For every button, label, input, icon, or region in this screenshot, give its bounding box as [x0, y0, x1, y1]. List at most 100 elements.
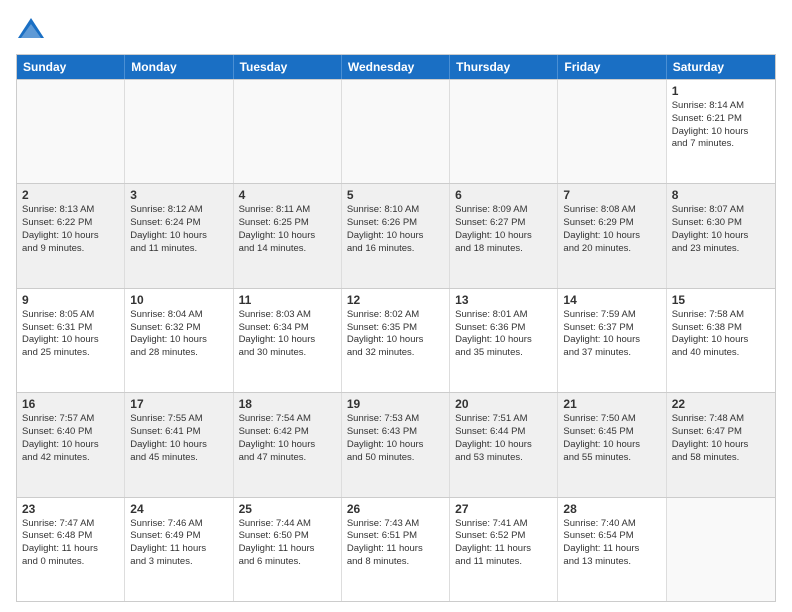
day-number: 6 [455, 188, 552, 202]
calendar-day-header: Wednesday [342, 55, 450, 79]
day-number: 19 [347, 397, 444, 411]
calendar: SundayMondayTuesdayWednesdayThursdayFrid… [16, 54, 776, 602]
logo-icon [16, 16, 46, 46]
calendar-day-header: Thursday [450, 55, 558, 79]
calendar-week: 23 Sunrise: 7:47 AM Sunset: 6:48 PM Dayli… [17, 497, 775, 601]
calendar-cell: 13 Sunrise: 8:01 AM Sunset: 6:36 PM Dayli… [450, 289, 558, 392]
day-number: 20 [455, 397, 552, 411]
calendar-cell: 5 Sunrise: 8:10 AM Sunset: 6:26 PM Daylig… [342, 184, 450, 287]
day-info: Sunrise: 7:48 AM Sunset: 6:47 PM Dayligh… [672, 413, 770, 464]
day-number: 2 [22, 188, 119, 202]
calendar-cell: 20 Sunrise: 7:51 AM Sunset: 6:44 PM Dayli… [450, 393, 558, 496]
day-number: 26 [347, 502, 444, 516]
calendar-cell: 28 Sunrise: 7:40 AM Sunset: 6:54 PM Dayli… [558, 498, 666, 601]
day-info: Sunrise: 8:14 AM Sunset: 6:21 PM Dayligh… [672, 100, 770, 151]
day-info: Sunrise: 8:13 AM Sunset: 6:22 PM Dayligh… [22, 204, 119, 255]
day-number: 16 [22, 397, 119, 411]
calendar-cell [558, 80, 666, 183]
calendar-cell: 23 Sunrise: 7:47 AM Sunset: 6:48 PM Dayli… [17, 498, 125, 601]
day-info: Sunrise: 8:02 AM Sunset: 6:35 PM Dayligh… [347, 309, 444, 360]
calendar-cell: 9 Sunrise: 8:05 AM Sunset: 6:31 PM Daylig… [17, 289, 125, 392]
day-info: Sunrise: 7:46 AM Sunset: 6:49 PM Dayligh… [130, 518, 227, 569]
day-number: 22 [672, 397, 770, 411]
calendar-cell: 22 Sunrise: 7:48 AM Sunset: 6:47 PM Dayli… [667, 393, 775, 496]
calendar-cell: 3Sunrise: 8:12 AM Sunset: 6:24 PM Daylig… [125, 184, 233, 287]
calendar-cell: 18 Sunrise: 7:54 AM Sunset: 6:42 PM Dayli… [234, 393, 342, 496]
calendar-cell: 21 Sunrise: 7:50 AM Sunset: 6:45 PM Dayli… [558, 393, 666, 496]
calendar-cell [450, 80, 558, 183]
day-info: Sunrise: 8:08 AM Sunset: 6:29 PM Dayligh… [563, 204, 660, 255]
calendar-body: 1 Sunrise: 8:14 AM Sunset: 6:21 PM Daylig… [17, 79, 775, 601]
day-info: Sunrise: 7:59 AM Sunset: 6:37 PM Dayligh… [563, 309, 660, 360]
calendar-week: 2 Sunrise: 8:13 AM Sunset: 6:22 PM Daylig… [17, 183, 775, 287]
calendar-cell: 7Sunrise: 8:08 AM Sunset: 6:29 PM Daylig… [558, 184, 666, 287]
day-info: Sunrise: 8:01 AM Sunset: 6:36 PM Dayligh… [455, 309, 552, 360]
calendar-week: 1 Sunrise: 8:14 AM Sunset: 6:21 PM Daylig… [17, 79, 775, 183]
calendar-cell: 11 Sunrise: 8:03 AM Sunset: 6:34 PM Dayli… [234, 289, 342, 392]
calendar-cell [17, 80, 125, 183]
calendar-cell: 14 Sunrise: 7:59 AM Sunset: 6:37 PM Dayli… [558, 289, 666, 392]
day-number: 14 [563, 293, 660, 307]
calendar-day-header: Monday [125, 55, 233, 79]
day-number: 1 [672, 84, 770, 98]
day-number: 13 [455, 293, 552, 307]
calendar-cell: 6Sunrise: 8:09 AM Sunset: 6:27 PM Daylig… [450, 184, 558, 287]
day-number: 3 [130, 188, 227, 202]
calendar-cell: 16 Sunrise: 7:57 AM Sunset: 6:40 PM Dayli… [17, 393, 125, 496]
calendar-cell: 1 Sunrise: 8:14 AM Sunset: 6:21 PM Daylig… [667, 80, 775, 183]
page: SundayMondayTuesdayWednesdayThursdayFrid… [0, 0, 792, 612]
calendar-day-header: Tuesday [234, 55, 342, 79]
day-info: Sunrise: 7:47 AM Sunset: 6:48 PM Dayligh… [22, 518, 119, 569]
day-info: Sunrise: 7:58 AM Sunset: 6:38 PM Dayligh… [672, 309, 770, 360]
calendar-cell: 27 Sunrise: 7:41 AM Sunset: 6:52 PM Dayli… [450, 498, 558, 601]
calendar-cell: 15 Sunrise: 7:58 AM Sunset: 6:38 PM Dayli… [667, 289, 775, 392]
day-number: 27 [455, 502, 552, 516]
day-number: 8 [672, 188, 770, 202]
calendar-cell: 12 Sunrise: 8:02 AM Sunset: 6:35 PM Dayli… [342, 289, 450, 392]
calendar-cell: 24 Sunrise: 7:46 AM Sunset: 6:49 PM Dayli… [125, 498, 233, 601]
calendar-header: SundayMondayTuesdayWednesdayThursdayFrid… [17, 55, 775, 79]
day-number: 5 [347, 188, 444, 202]
day-info: Sunrise: 7:57 AM Sunset: 6:40 PM Dayligh… [22, 413, 119, 464]
calendar-cell [342, 80, 450, 183]
calendar-cell: 26Sunrise: 7:43 AM Sunset: 6:51 PM Dayli… [342, 498, 450, 601]
day-number: 12 [347, 293, 444, 307]
day-number: 17 [130, 397, 227, 411]
day-number: 4 [239, 188, 336, 202]
day-number: 28 [563, 502, 660, 516]
day-number: 23 [22, 502, 119, 516]
day-info: Sunrise: 7:44 AM Sunset: 6:50 PM Dayligh… [239, 518, 336, 569]
day-number: 15 [672, 293, 770, 307]
day-info: Sunrise: 7:55 AM Sunset: 6:41 PM Dayligh… [130, 413, 227, 464]
calendar-cell [667, 498, 775, 601]
day-number: 9 [22, 293, 119, 307]
day-number: 11 [239, 293, 336, 307]
day-info: Sunrise: 8:04 AM Sunset: 6:32 PM Dayligh… [130, 309, 227, 360]
calendar-day-header: Saturday [667, 55, 775, 79]
calendar-cell: 17 Sunrise: 7:55 AM Sunset: 6:41 PM Dayli… [125, 393, 233, 496]
day-info: Sunrise: 7:41 AM Sunset: 6:52 PM Dayligh… [455, 518, 552, 569]
calendar-cell: 2 Sunrise: 8:13 AM Sunset: 6:22 PM Daylig… [17, 184, 125, 287]
day-info: Sunrise: 7:51 AM Sunset: 6:44 PM Dayligh… [455, 413, 552, 464]
day-info: Sunrise: 8:05 AM Sunset: 6:31 PM Dayligh… [22, 309, 119, 360]
day-info: Sunrise: 7:50 AM Sunset: 6:45 PM Dayligh… [563, 413, 660, 464]
calendar-cell [234, 80, 342, 183]
day-number: 21 [563, 397, 660, 411]
day-number: 10 [130, 293, 227, 307]
day-number: 24 [130, 502, 227, 516]
logo [16, 16, 50, 46]
day-info: Sunrise: 7:54 AM Sunset: 6:42 PM Dayligh… [239, 413, 336, 464]
header [16, 16, 776, 46]
calendar-cell: 8Sunrise: 8:07 AM Sunset: 6:30 PM Daylig… [667, 184, 775, 287]
calendar-week: 9 Sunrise: 8:05 AM Sunset: 6:31 PM Daylig… [17, 288, 775, 392]
day-number: 18 [239, 397, 336, 411]
day-info: Sunrise: 8:03 AM Sunset: 6:34 PM Dayligh… [239, 309, 336, 360]
day-info: Sunrise: 8:10 AM Sunset: 6:26 PM Dayligh… [347, 204, 444, 255]
day-info: Sunrise: 7:40 AM Sunset: 6:54 PM Dayligh… [563, 518, 660, 569]
calendar-cell: 19 Sunrise: 7:53 AM Sunset: 6:43 PM Dayli… [342, 393, 450, 496]
day-info: Sunrise: 7:53 AM Sunset: 6:43 PM Dayligh… [347, 413, 444, 464]
calendar-week: 16 Sunrise: 7:57 AM Sunset: 6:40 PM Dayli… [17, 392, 775, 496]
day-number: 25 [239, 502, 336, 516]
calendar-cell [125, 80, 233, 183]
day-info: Sunrise: 8:11 AM Sunset: 6:25 PM Dayligh… [239, 204, 336, 255]
